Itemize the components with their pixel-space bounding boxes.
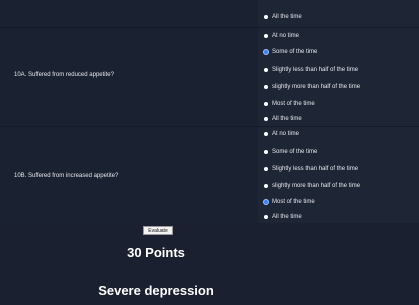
q10b-option-all-the-time[interactable]: All the time (264, 212, 302, 222)
radio-icon[interactable] (264, 215, 268, 219)
radio-icon[interactable] (264, 102, 268, 106)
option-label: slightly more than half of the time (272, 183, 361, 189)
radio-icon[interactable] (264, 150, 268, 154)
option-label: All the time (272, 116, 302, 122)
radio-icon[interactable] (264, 85, 268, 89)
q10b-option-some-of-the-time[interactable]: Some of the time (264, 147, 317, 157)
radio-selected-icon[interactable] (264, 200, 268, 204)
option-label: Slightly less than half of the time (272, 166, 359, 172)
q10b-option-at-no-time[interactable]: At no time (264, 129, 299, 139)
questionnaire-form: All the time 10A. Suffered from reduced … (0, 0, 419, 223)
question-divider (0, 27, 419, 28)
question-10a-label: 10A. Suffered from reduced appetite? (14, 72, 114, 78)
q10a-option-at-no-time[interactable]: At no time (264, 31, 299, 41)
option-label: At no time (272, 33, 300, 39)
radio-icon[interactable] (264, 167, 268, 171)
radio-selected-icon[interactable] (264, 50, 268, 54)
option-label: Some of the time (272, 149, 318, 155)
result-points: 30 Points (127, 245, 185, 260)
result-diagnosis: Severe depression (98, 283, 214, 298)
radio-icon[interactable] (264, 117, 268, 121)
q10a-option-slightly-less[interactable]: Slightly less than half of the time (264, 65, 358, 75)
q10b-option-slightly-more[interactable]: slightly more than half of the time (264, 181, 360, 191)
q10b-option-slightly-less[interactable]: Slightly less than half of the time (264, 164, 358, 174)
option-label: All the time (272, 14, 302, 20)
q10a-option-all-the-time[interactable]: All the time (264, 114, 302, 124)
option-label: Most of the time (272, 199, 315, 205)
question-divider (0, 126, 419, 127)
option-label: Slightly less than half of the time (272, 67, 359, 73)
option-label: Some of the time (272, 49, 318, 55)
question-column (0, 0, 258, 223)
radio-icon[interactable] (264, 132, 268, 136)
option-label: All the time (272, 214, 302, 220)
q10a-option-most-of-the-time[interactable]: Most of the time (264, 99, 315, 109)
evaluate-button[interactable]: Evaluate (143, 226, 173, 235)
question-10b-label: 10B. Suffered from increased appetite? (14, 173, 119, 179)
option-label: Most of the time (272, 101, 315, 107)
radio-icon[interactable] (264, 184, 268, 188)
radio-icon[interactable] (264, 68, 268, 72)
radio-icon[interactable] (264, 34, 268, 38)
q10a-option-slightly-more[interactable]: slightly more than half of the time (264, 82, 360, 92)
radio-icon[interactable] (264, 15, 268, 19)
option-label: slightly more than half of the time (272, 84, 361, 90)
option-label: At no time (272, 131, 300, 137)
q9-option-all-the-time[interactable]: All the time (264, 12, 302, 22)
q10a-option-some-of-the-time[interactable]: Some of the time (264, 47, 317, 57)
q10b-option-most-of-the-time[interactable]: Most of the time (264, 197, 315, 207)
